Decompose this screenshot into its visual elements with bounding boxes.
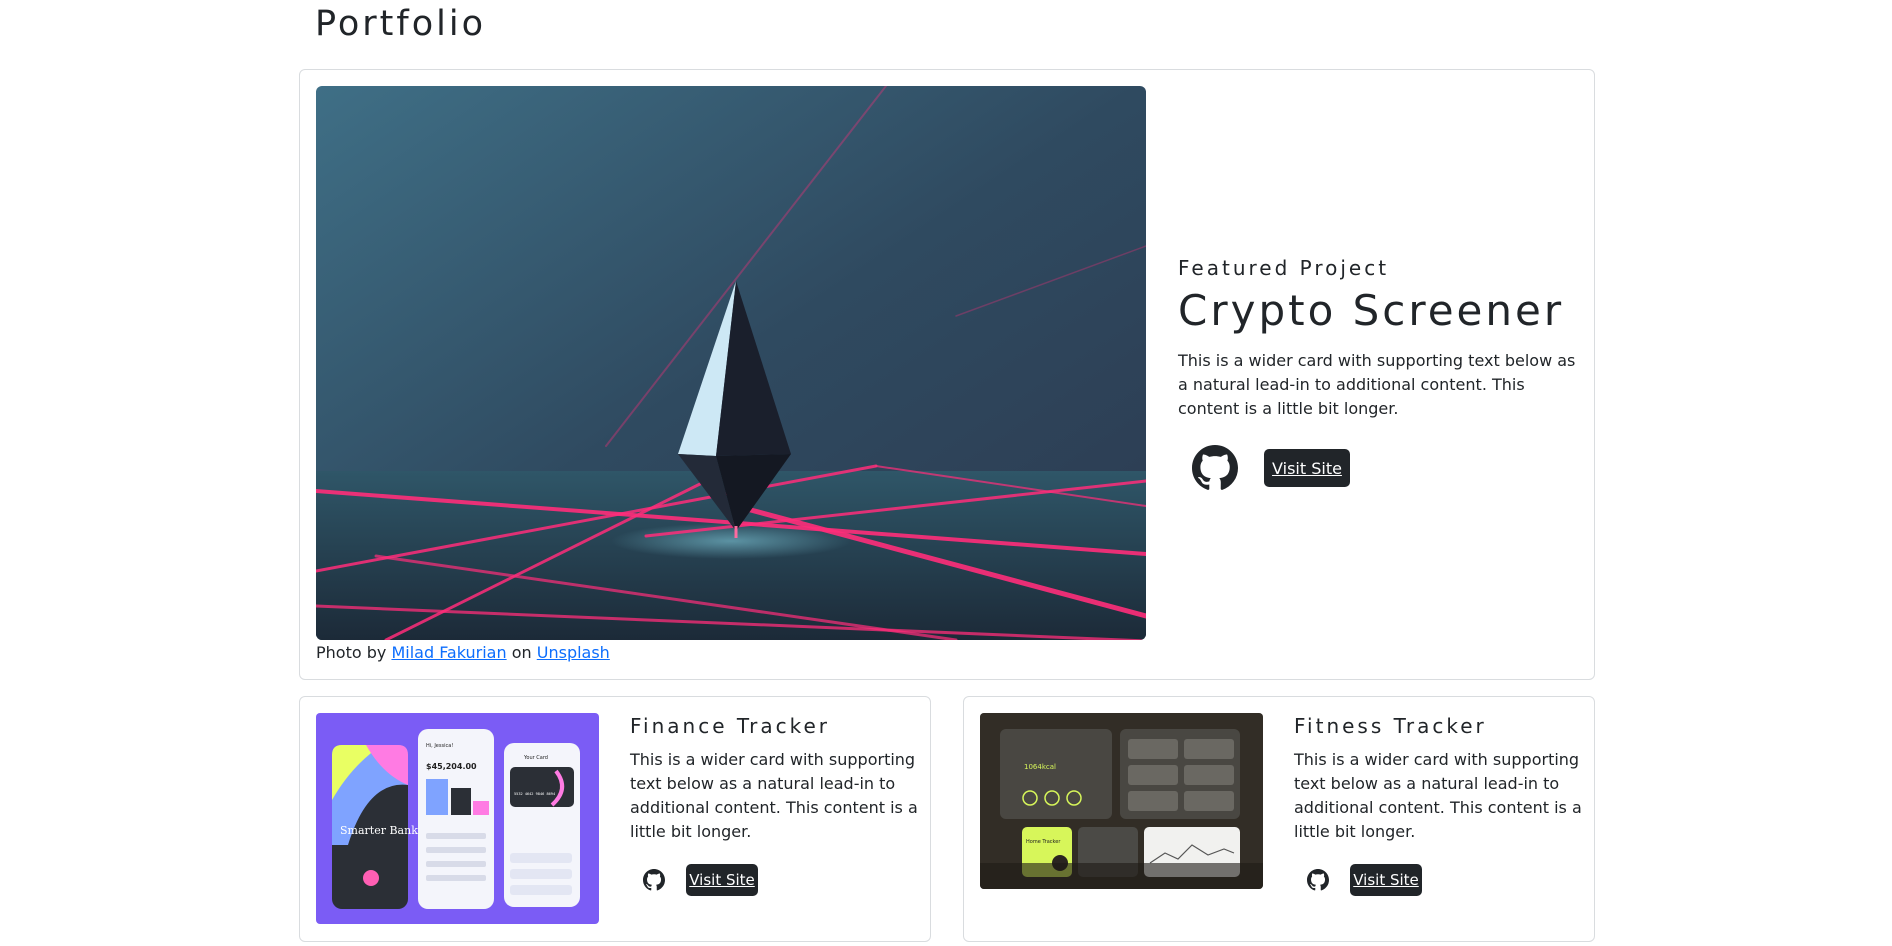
thumb-card-label: Your Card: [523, 755, 548, 761]
finance-tracker-card: Smarter Banking. Hi, Jessica! $45,204.00…: [299, 696, 931, 942]
featured-project-body: Featured Project Crypto Screener This is…: [1178, 256, 1578, 499]
thumb-card-number: 5532 4642 9846 8694: [514, 792, 555, 796]
finance-tracker-description: This is a wider card with supporting tex…: [630, 750, 918, 841]
finance-visit-site-button[interactable]: Visit Site: [686, 864, 758, 896]
photographer-link[interactable]: Milad Fakurian: [391, 643, 506, 662]
featured-project-card: Photo by Milad Fakurian on Unsplash Feat…: [299, 69, 1595, 680]
fitness-tracker-description: This is a wider card with supporting tex…: [1294, 750, 1582, 841]
credit-prefix: Photo by: [316, 643, 387, 662]
github-icon[interactable]: [1298, 860, 1338, 900]
thumb-label: Home Tracker: [1026, 839, 1061, 845]
github-icon[interactable]: [634, 860, 674, 900]
fitness-tracker-body: Fitness Tracker This is a wider card wit…: [1294, 714, 1584, 900]
thumb-greeting: Hi, Jessica!: [426, 743, 453, 749]
finance-tracker-image: Smarter Banking. Hi, Jessica! $45,204.00…: [316, 713, 599, 924]
fitness-tracker-card: 1064kcal Home Tracker Fitness Tracker Th…: [963, 696, 1595, 942]
thumb-balance: $45,204.00: [426, 762, 477, 771]
fitness-tracker-title: Fitness Tracker: [1294, 714, 1487, 738]
github-icon[interactable]: [1184, 437, 1246, 499]
featured-visit-site-button[interactable]: Visit Site: [1264, 449, 1350, 487]
featured-project-title: Crypto Screener: [1178, 286, 1565, 335]
unsplash-link[interactable]: Unsplash: [537, 643, 610, 662]
featured-eyebrow: Featured Project: [1178, 256, 1390, 280]
photo-credit: Photo by Milad Fakurian on Unsplash: [316, 643, 610, 662]
page-title: Portfolio: [315, 4, 486, 44]
finance-tracker-body: Finance Tracker This is a wider card wit…: [630, 714, 920, 900]
featured-project-description: This is a wider card with supporting tex…: [1178, 351, 1576, 418]
featured-project-image: [316, 86, 1146, 640]
thumb-kcal: 1064kcal: [1024, 763, 1056, 771]
fitness-tracker-image: 1064kcal Home Tracker: [980, 713, 1263, 889]
credit-middle: on: [511, 643, 532, 662]
finance-tracker-title: Finance Tracker: [630, 714, 831, 738]
fitness-visit-site-button[interactable]: Visit Site: [1350, 864, 1422, 896]
